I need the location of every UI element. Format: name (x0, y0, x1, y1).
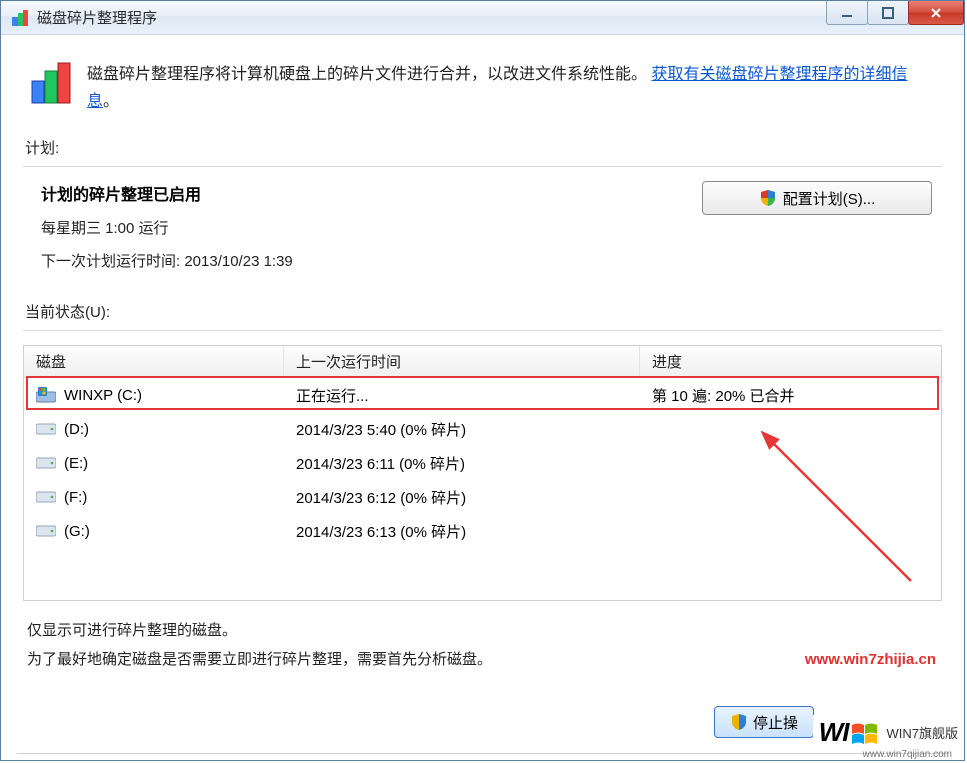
disk-progress (640, 514, 941, 548)
watermark-url: www.win7zhijia.cn (805, 651, 936, 668)
configure-schedule-label: 配置计划(S)... (783, 188, 876, 209)
status-section-label: 当前状态(U): (25, 301, 942, 322)
disk-progress: 第 10 遍: 20% 已合并 (640, 378, 941, 412)
disk-name: (G:) (64, 523, 90, 540)
disk-name: (F:) (64, 489, 87, 506)
watermark-logo-text: WI (819, 717, 849, 748)
column-header-progress[interactable]: 进度 (640, 346, 941, 377)
disk-last-run: 正在运行... (284, 378, 640, 412)
table-row[interactable]: (D:) 2014/3/23 5:40 (0% 碎片) (24, 412, 941, 446)
note-line-1: 仅显示可进行碎片整理的磁盘。 (27, 617, 942, 646)
table-row[interactable]: (F:) 2014/3/23 6:12 (0% 碎片) (24, 480, 941, 514)
defrag-large-icon (29, 61, 73, 105)
maximize-button[interactable] (867, 1, 909, 25)
disk-name: WINXP (C:) (64, 387, 142, 404)
watermark-logo: WI WIN7旗舰版 (813, 715, 958, 750)
hdd-icon (36, 523, 56, 539)
disk-progress (640, 446, 941, 480)
disk-name: (E:) (64, 455, 88, 472)
schedule-runtime: 每星期三 1:00 运行 (41, 217, 682, 238)
disk-last-run: 2014/3/23 6:13 (0% 碎片) (284, 514, 640, 548)
disk-table: 磁盘 上一次运行时间 进度 WINXP (C:) 正在运行... 第 10 遍:… (23, 345, 942, 601)
titlebar: 磁盘碎片整理程序 (1, 1, 964, 35)
intro-period: 。 (103, 93, 119, 110)
window-controls (827, 1, 964, 25)
disk-last-run: 2014/3/23 5:40 (0% 碎片) (284, 412, 640, 446)
schedule-heading: 计划的碎片整理已启用 (41, 181, 682, 205)
windows-flag-icon (850, 718, 880, 748)
minimize-button[interactable] (826, 1, 868, 25)
disk-last-run: 2014/3/23 6:11 (0% 碎片) (284, 446, 640, 480)
hdd-icon (36, 489, 56, 505)
schedule-info: 计划的碎片整理已启用 每星期三 1:00 运行 下一次计划运行时间: 2013/… (41, 181, 682, 283)
intro-description: 磁盘碎片整理程序将计算机硬盘上的碎片文件进行合并，以改进文件系统性能。 (87, 66, 647, 83)
window-title: 磁盘碎片整理程序 (37, 7, 157, 28)
schedule-section-label: 计划: (25, 137, 942, 158)
divider (17, 753, 948, 754)
disk-progress (640, 480, 941, 514)
shield-icon (730, 713, 748, 731)
hdd-icon (36, 421, 56, 437)
hdd-icon (36, 455, 56, 471)
schedule-next-run: 下一次计划运行时间: 2013/10/23 1:39 (41, 250, 682, 271)
table-row[interactable]: (G:) 2014/3/23 6:13 (0% 碎片) (24, 514, 941, 548)
table-header: 磁盘 上一次运行时间 进度 (24, 346, 941, 378)
disk-last-run: 2014/3/23 6:12 (0% 碎片) (284, 480, 640, 514)
disk-name: (D:) (64, 421, 89, 438)
watermark-tiny-url: www.win7qijian.com (863, 749, 952, 760)
table-row[interactable]: (E:) 2014/3/23 6:11 (0% 碎片) (24, 446, 941, 480)
stop-button-label: 停止操 (753, 712, 798, 733)
divider (23, 330, 942, 331)
os-drive-icon (36, 387, 56, 403)
close-button[interactable] (908, 1, 964, 25)
stop-button[interactable]: 停止操 (714, 706, 814, 738)
divider (23, 166, 942, 167)
column-header-last-run[interactable]: 上一次运行时间 (284, 346, 640, 377)
defrag-app-icon (11, 9, 29, 27)
intro-text: 磁盘碎片整理程序将计算机硬盘上的碎片文件进行合并，以改进文件系统性能。 获取有关… (87, 61, 936, 115)
disk-progress (640, 412, 941, 446)
column-header-disk[interactable]: 磁盘 (24, 346, 284, 377)
table-row[interactable]: WINXP (C:) 正在运行... 第 10 遍: 20% 已合并 (24, 378, 941, 412)
configure-schedule-button[interactable]: 配置计划(S)... (702, 181, 932, 215)
shield-icon (759, 189, 777, 207)
watermark-logo-sub: WIN7旗舰版 (886, 723, 958, 742)
intro-section: 磁盘碎片整理程序将计算机硬盘上的碎片文件进行合并，以改进文件系统性能。 获取有关… (29, 61, 936, 115)
